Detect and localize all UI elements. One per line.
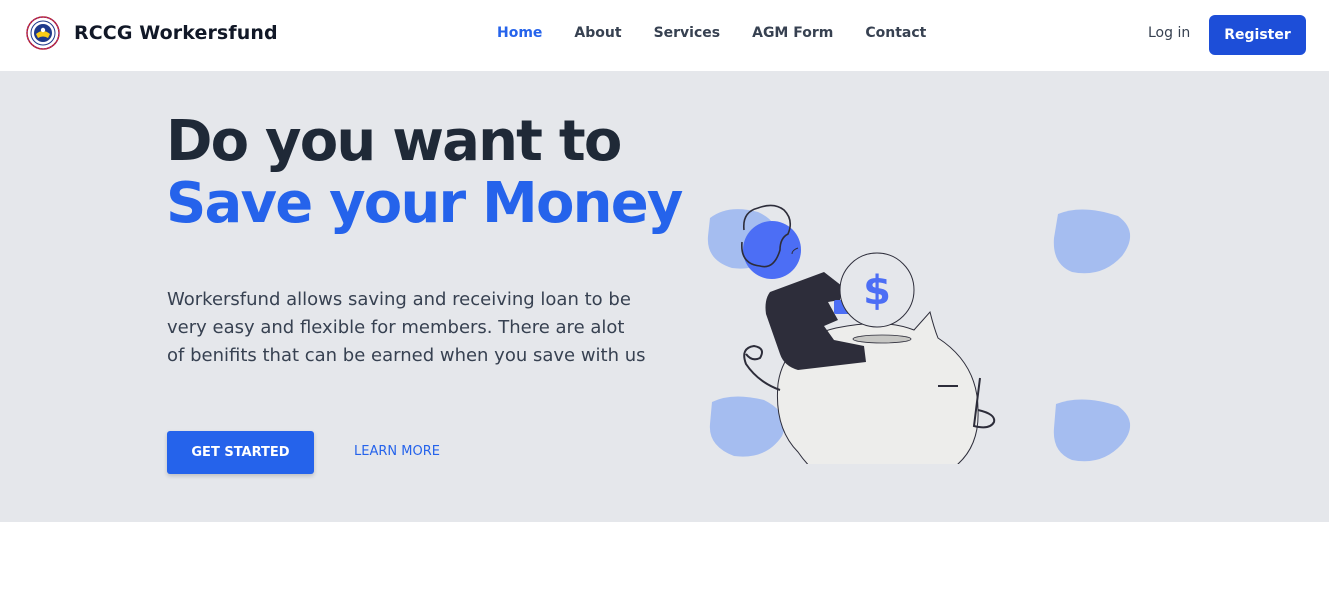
learn-more-link[interactable]: LEARN MORE [354, 443, 440, 461]
dollar-coin-icon: $ [863, 268, 891, 314]
church-logo-icon [26, 16, 60, 50]
headline-line-2: Save your Money [166, 171, 683, 236]
get-started-button[interactable]: GET STARTED [167, 431, 314, 474]
navbar: RCCG Workersfund Home About Services AGM… [0, 0, 1329, 71]
nav-link-home[interactable]: Home [497, 24, 542, 42]
blob-bottom-left [709, 396, 785, 457]
blob-bottom-right [1053, 399, 1131, 462]
hero-description: Workersfund allows saving and receiving … [167, 289, 646, 366]
hero-headline: Do you want to Save your Money [166, 109, 683, 236]
brand-link[interactable]: RCCG Workersfund [26, 16, 278, 50]
nav-link-contact[interactable]: Contact [865, 24, 926, 42]
piggy-bank-illustration: $ [707, 204, 1131, 464]
nav-link-services[interactable]: Services [654, 24, 721, 42]
nav-link-agm-form[interactable]: AGM Form [752, 24, 833, 42]
hero-section: Do you want to Save your Money Workersfu… [0, 71, 1329, 522]
brand-name: RCCG Workersfund [74, 22, 278, 44]
login-link[interactable]: Log in [1148, 24, 1190, 42]
main-nav: Home About Services AGM Form Contact [497, 24, 958, 42]
dollar-coin: $ [839, 252, 915, 328]
person-head [743, 221, 801, 279]
register-button[interactable]: Register [1209, 15, 1306, 55]
pig-tail [743, 344, 781, 391]
nav-link-about[interactable]: About [574, 24, 621, 42]
blob-top-right [1053, 209, 1131, 274]
headline-line-1: Do you want to [166, 109, 622, 174]
coin-slot [852, 334, 912, 344]
